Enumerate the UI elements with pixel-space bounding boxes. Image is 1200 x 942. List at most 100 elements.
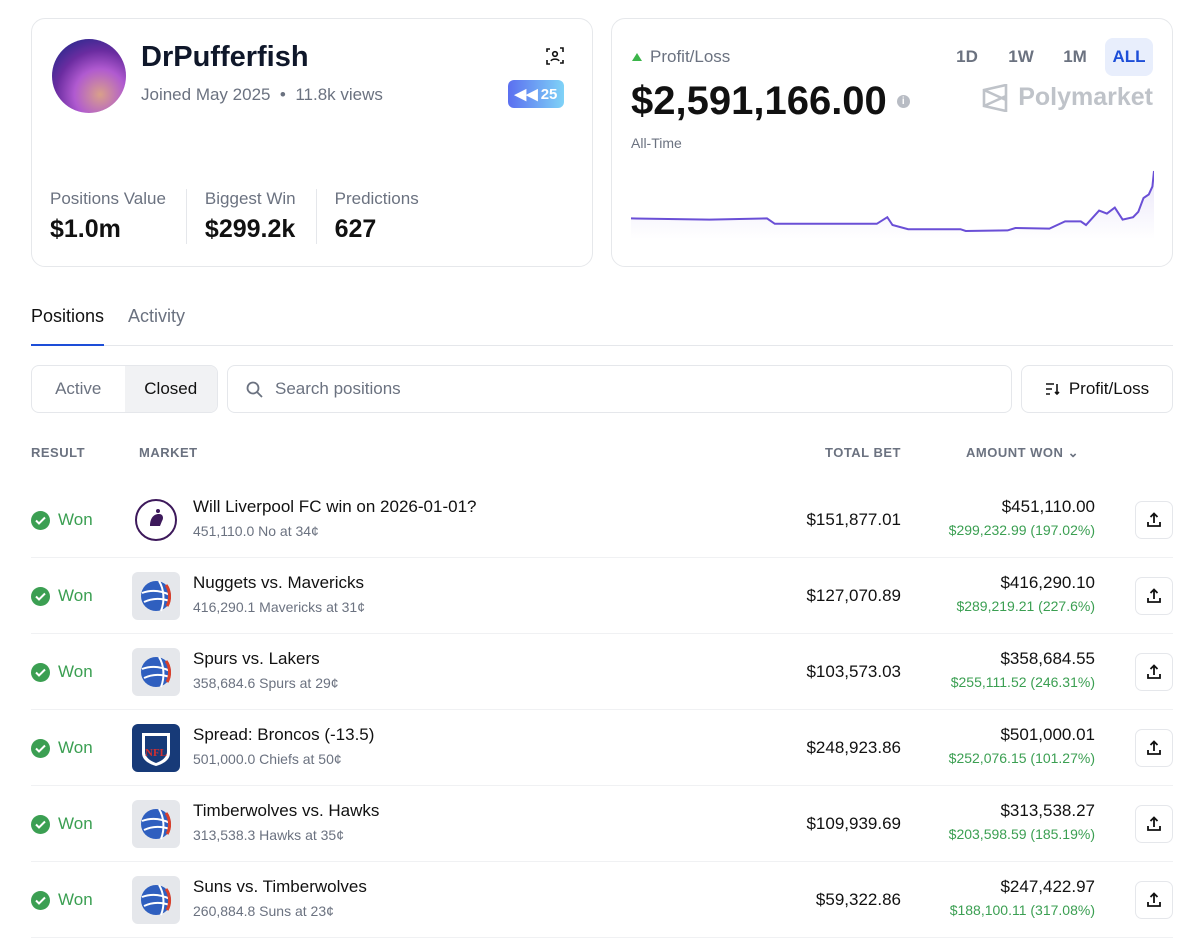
pnl-sparkline bbox=[631, 170, 1154, 239]
market-title[interactable]: Spurs vs. Lakers bbox=[193, 649, 339, 669]
result-label: Won bbox=[58, 586, 93, 605]
tab-activity[interactable]: Activity bbox=[128, 300, 185, 346]
check-circle-icon bbox=[31, 586, 50, 606]
market-title[interactable]: Spread: Broncos (-13.5) bbox=[193, 725, 374, 745]
result-cell: Won bbox=[31, 786, 93, 862]
table-row[interactable]: Won Will Liverpool FC win on 2026-01-01?… bbox=[31, 482, 1173, 558]
market-title[interactable]: Suns vs. Timberwolves bbox=[193, 877, 367, 897]
range-1m[interactable]: 1M bbox=[1051, 38, 1099, 76]
market-position: 501,000.0 Chiefs at 50¢ bbox=[193, 751, 342, 767]
share-icon bbox=[1147, 588, 1161, 603]
basketball-icon bbox=[132, 572, 180, 620]
profit-gain: $255,111.52 (246.31%) bbox=[950, 674, 1095, 690]
amount-won: $358,684.55 bbox=[1000, 649, 1095, 668]
scan-profile-icon[interactable] bbox=[546, 47, 564, 65]
share-button[interactable] bbox=[1135, 729, 1173, 767]
table-row[interactable]: Won Spurs vs. Lakers 358,684.6 Spurs at 2… bbox=[31, 634, 1173, 710]
amount-won-cell: $451,110.00 $299,232.99 (197.02%) bbox=[949, 497, 1095, 538]
stat-value: $1.0m bbox=[50, 215, 121, 243]
check-circle-icon bbox=[31, 890, 50, 910]
amount-won-cell: $416,290.10 $289,219.21 (227.6%) bbox=[956, 573, 1095, 614]
total-bet: $103,573.03 bbox=[806, 662, 901, 681]
share-button[interactable] bbox=[1135, 577, 1173, 615]
table-row[interactable]: Won Timberwolves vs. Hawks 313,538.3 Hawk… bbox=[31, 786, 1173, 862]
amount-won-cell: $313,538.27 $203,598.59 (185.19%) bbox=[949, 801, 1095, 842]
search-icon bbox=[246, 381, 263, 398]
range-all[interactable]: ALL bbox=[1105, 38, 1153, 76]
result-label: Won bbox=[58, 662, 93, 681]
table-row[interactable]: Won Suns vs. Timberwolves 260,884.8 Suns … bbox=[31, 862, 1173, 938]
polymarket-logo-icon bbox=[982, 83, 1008, 112]
up-triangle-icon bbox=[632, 53, 642, 61]
profile-stats: Positions Value $1.0m Biggest Win $299.2k … bbox=[50, 189, 457, 244]
market-cell: Will Liverpool FC win on 2026-01-01? 451,… bbox=[193, 497, 476, 539]
tab-bar: Positions Activity bbox=[31, 300, 1173, 346]
stat-label: Biggest Win bbox=[204, 189, 296, 208]
profile-meta: Joined May 2025 • 11.8k views bbox=[141, 85, 383, 104]
pnl-amount-value: $2,591,166.00 bbox=[631, 79, 887, 123]
view-count: 11.8k views bbox=[295, 85, 383, 104]
pnl-label: Profit/Loss bbox=[632, 47, 730, 67]
share-icon bbox=[1147, 512, 1161, 527]
premier-league-icon bbox=[132, 496, 180, 544]
share-button[interactable] bbox=[1135, 501, 1173, 539]
market-position: 313,538.3 Hawks at 35¢ bbox=[193, 827, 344, 843]
amount-won-cell: $501,000.01 $252,076.15 (101.27%) bbox=[949, 725, 1095, 766]
sort-button[interactable]: Profit/Loss bbox=[1021, 365, 1173, 413]
stat-biggest-win: Biggest Win $299.2k bbox=[205, 189, 317, 244]
column-total-bet[interactable]: TOTAL BET bbox=[825, 445, 901, 460]
stat-positions-value: Positions Value $1.0m bbox=[50, 189, 187, 244]
basketball-icon bbox=[132, 800, 180, 848]
share-button[interactable] bbox=[1135, 653, 1173, 691]
total-bet: $151,877.01 bbox=[806, 510, 901, 529]
badge-count: 25 bbox=[540, 85, 558, 103]
market-title[interactable]: Nuggets vs. Mavericks bbox=[193, 573, 365, 593]
range-1w[interactable]: 1W bbox=[997, 38, 1045, 76]
total-bet: $127,070.89 bbox=[806, 586, 901, 605]
pnl-amount: $2,591,166.00 i bbox=[631, 79, 910, 124]
column-amount-won-label: AMOUNT WON bbox=[966, 445, 1064, 460]
basketball-icon bbox=[132, 648, 180, 696]
search-input[interactable] bbox=[275, 379, 975, 399]
total-bet: $248,923.86 bbox=[806, 738, 901, 757]
column-result: RESULT bbox=[31, 445, 86, 460]
table-row[interactable]: Won Nuggets vs. Mavericks 416,290.1 Maver… bbox=[31, 558, 1173, 634]
check-circle-icon bbox=[31, 814, 50, 834]
share-icon bbox=[1147, 664, 1161, 679]
amount-won-cell: $358,684.55 $255,111.52 (246.31%) bbox=[951, 649, 1095, 690]
sort-icon bbox=[1045, 383, 1060, 396]
result-label: Won bbox=[58, 510, 93, 529]
share-button[interactable] bbox=[1135, 881, 1173, 919]
amount-won: $451,110.00 bbox=[1001, 497, 1095, 516]
rewind-badge[interactable]: ◀◀ 25 bbox=[508, 80, 564, 108]
nfl-icon: NFL bbox=[132, 724, 180, 772]
result-cell: Won bbox=[31, 482, 93, 558]
result-label: Won bbox=[58, 890, 93, 909]
avatar bbox=[52, 39, 126, 113]
stat-value: 627 bbox=[334, 215, 377, 243]
range-1d[interactable]: 1D bbox=[943, 38, 991, 76]
info-icon[interactable]: i bbox=[896, 95, 910, 108]
market-cell: Suns vs. Timberwolves 260,884.8 Suns at 2… bbox=[193, 877, 367, 919]
market-position: 416,290.1 Mavericks at 31¢ bbox=[193, 599, 365, 615]
market-cell: Spread: Broncos (-13.5) 501,000.0 Chiefs … bbox=[193, 725, 374, 767]
market-title[interactable]: Timberwolves vs. Hawks bbox=[193, 801, 379, 821]
result-cell: Won bbox=[31, 862, 93, 938]
profit-gain: $188,100.11 (317.08%) bbox=[949, 902, 1095, 918]
amount-won: $247,422.97 bbox=[1000, 877, 1095, 896]
market-title[interactable]: Will Liverpool FC win on 2026-01-01? bbox=[193, 497, 476, 517]
amount-won: $501,000.01 bbox=[1000, 725, 1095, 744]
pnl-period: All-Time bbox=[631, 135, 682, 151]
table-row[interactable]: Won NFL Spread: Broncos (-13.5) 501,000.0… bbox=[31, 710, 1173, 786]
range-selector: 1D 1W 1M ALL bbox=[943, 38, 1153, 76]
amount-won: $416,290.10 bbox=[1000, 573, 1095, 592]
column-amount-won[interactable]: AMOUNT WON ⌄ bbox=[966, 445, 1079, 461]
tab-positions[interactable]: Positions bbox=[31, 300, 105, 346]
total-bet: $59,322.86 bbox=[815, 890, 901, 909]
share-button[interactable] bbox=[1135, 805, 1173, 843]
profit-gain: $289,219.21 (227.6%) bbox=[956, 598, 1095, 614]
result-cell: Won bbox=[31, 710, 93, 786]
filter-active[interactable]: Active bbox=[32, 366, 125, 412]
column-market: MARKET bbox=[139, 445, 198, 460]
filter-closed[interactable]: Closed bbox=[124, 366, 217, 412]
